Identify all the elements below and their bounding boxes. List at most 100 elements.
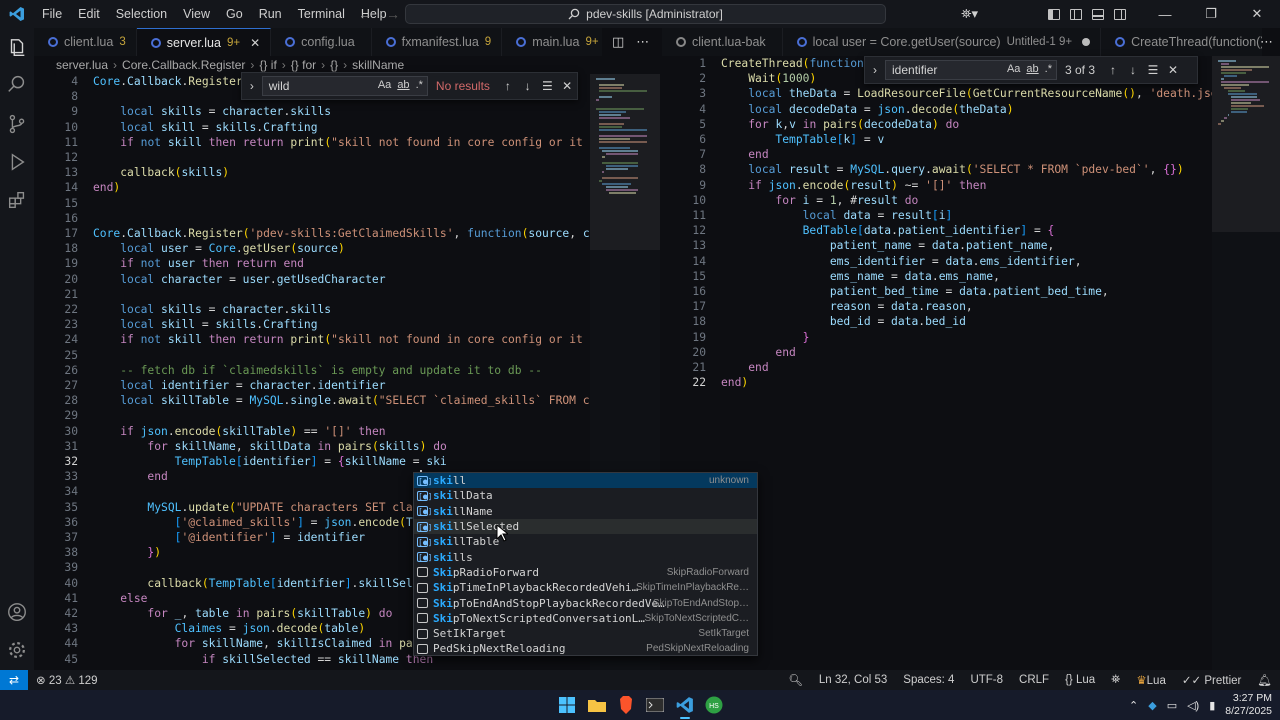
- terminal-icon[interactable]: [645, 695, 665, 715]
- code-line[interactable]: -- fetch db if `claimedskills` is empty …: [93, 363, 542, 378]
- find-in-selection-icon[interactable]: ☰: [537, 79, 557, 93]
- source-control-icon[interactable]: [0, 106, 34, 142]
- vscode-taskbar-icon[interactable]: [675, 695, 695, 715]
- code-line[interactable]: TempTable[k] = v: [721, 132, 884, 147]
- cursor-position[interactable]: Ln 32, Col 53: [811, 674, 895, 686]
- code-line[interactable]: local data = result[i]: [721, 208, 953, 223]
- code-line[interactable]: local character = user.getUsedCharacter: [93, 272, 385, 287]
- menu-view[interactable]: View: [175, 0, 218, 28]
- close-window-button[interactable]: ✕: [1234, 0, 1280, 28]
- toggle-secondary-sidebar-icon[interactable]: [1114, 8, 1126, 20]
- right-tab-2[interactable]: CreateThread(function()Untitled-2 9: [1101, 28, 1262, 56]
- search-view-icon[interactable]: [0, 66, 34, 102]
- suggestion-item[interactable]: PedSkipNextReloading PedSkipNextReloading: [414, 641, 757, 655]
- next-match-icon[interactable]: ↓: [518, 79, 538, 93]
- remote-indicator-icon[interactable]: ⇄: [0, 670, 28, 690]
- code-line[interactable]: local skills = character.skills: [93, 302, 331, 317]
- right-tab-0[interactable]: client.lua-bak: [662, 28, 783, 56]
- unsaved-dot-icon[interactable]: [1082, 38, 1091, 46]
- tray-overflow-chevron-icon[interactable]: ⌃: [1129, 699, 1138, 712]
- code-line[interactable]: end): [721, 375, 748, 390]
- code-line[interactable]: local skill = skills.Crafting: [93, 120, 317, 135]
- code-line[interactable]: if not skill then return print("skill no…: [93, 135, 590, 150]
- suggestion-item[interactable]: [●] skillName: [414, 504, 757, 519]
- code-line[interactable]: end: [93, 469, 167, 484]
- menu-terminal[interactable]: Terminal: [290, 0, 353, 28]
- forward-arrow-icon[interactable]: →: [386, 6, 400, 22]
- code-line[interactable]: for i = 1, #result do: [721, 193, 918, 208]
- toggle-replace-chevron-icon[interactable]: ›: [242, 79, 262, 93]
- zoom-icon[interactable]: 🔍︎: [780, 673, 811, 687]
- file-explorer-icon[interactable]: [587, 695, 607, 715]
- prettier-status[interactable]: ✓✓ Prettier: [1174, 673, 1250, 687]
- code-line[interactable]: Core.Callback.Register('pdev-skills:GetC…: [93, 226, 590, 241]
- code-line[interactable]: end): [93, 180, 120, 195]
- code-line[interactable]: CreateThread(function(): [721, 56, 877, 71]
- suggestion-item[interactable]: SkipRadioForward SkipRadioForward: [414, 565, 757, 580]
- menu-edit[interactable]: Edit: [70, 0, 108, 28]
- more-actions-icon[interactable]: ⋯: [636, 34, 649, 50]
- toggle-panel-icon[interactable]: [1092, 8, 1104, 20]
- code-line[interactable]: local skillTable = MySQL.single.await("S…: [93, 393, 590, 408]
- suggestion-item[interactable]: SkipTimeInPlaybackRecordedVehi… SkipTimeI…: [414, 580, 757, 595]
- minimap-slider[interactable]: [1212, 56, 1280, 232]
- right-tab-1[interactable]: local user = Core.getUser(source) Untitle…: [783, 28, 1102, 56]
- toggle-replace-chevron-icon[interactable]: ›: [865, 63, 885, 77]
- volume-icon[interactable]: ◁): [1187, 699, 1199, 712]
- accounts-icon[interactable]: [0, 594, 34, 630]
- suggestion-item[interactable]: SkipToNextScriptedConversationL… SkipToNe…: [414, 611, 757, 626]
- customize-layout-icon[interactable]: [1048, 8, 1060, 20]
- toggle-sidebar-icon[interactable]: [1070, 8, 1082, 20]
- indentation[interactable]: Spaces: 4: [895, 674, 962, 686]
- match-case-icon[interactable]: Aa: [378, 79, 391, 91]
- tab-fxmanifest-lua[interactable]: fxmanifest.lua 9: [372, 28, 503, 56]
- code-line[interactable]: else: [93, 591, 147, 606]
- line-endings[interactable]: CRLF: [1011, 674, 1057, 686]
- manage-gear-icon[interactable]: [0, 632, 34, 668]
- tab-client-lua[interactable]: client.lua 3: [34, 28, 137, 56]
- lua-status[interactable]: ♛Lua: [1128, 673, 1174, 687]
- code-line[interactable]: if json.encode(skillTable) == '[]' then: [93, 424, 385, 439]
- code-line[interactable]: bed_id = data.bed_id: [721, 314, 966, 329]
- code-line[interactable]: }: [721, 330, 810, 345]
- code-line[interactable]: callback(TempTable[identifier].skillSele…: [93, 576, 446, 591]
- tray-app-icon[interactable]: ◆: [1148, 699, 1156, 712]
- code-line[interactable]: for k,v in pairs(decodeData) do: [721, 117, 959, 132]
- tab-config-lua[interactable]: config.lua: [271, 28, 372, 56]
- find-in-selection-icon[interactable]: ☰: [1143, 63, 1163, 77]
- code-line[interactable]: reason = data.reason,: [721, 299, 973, 314]
- find-input[interactable]: identifier Aa ab .*: [885, 60, 1057, 80]
- code-line[interactable]: for skillName, skillData in pairs(skills…: [93, 439, 446, 454]
- code-line[interactable]: if json.encode(result) ~= '[]' then: [721, 178, 986, 193]
- code-line[interactable]: Wait(1000): [721, 71, 816, 86]
- menu-file[interactable]: File: [34, 0, 70, 28]
- language-mode[interactable]: {} Lua: [1057, 674, 1103, 686]
- code-line[interactable]: patient_bed_time = data.patient_bed_time…: [721, 284, 1109, 299]
- app-hs-icon[interactable]: HS: [704, 695, 724, 715]
- notifications-bell-icon[interactable]: 🔔︎: [1249, 673, 1280, 687]
- code-line[interactable]: local identifier = character.identifier: [93, 378, 385, 393]
- code-line[interactable]: for _, table in pairs(skillTable) do: [93, 606, 392, 621]
- breadcrumb-item[interactable]: {} if: [259, 58, 276, 72]
- breadcrumb-item[interactable]: Core.Callback.Register: [122, 58, 245, 72]
- tab-server-lua[interactable]: server.lua 9+ ✕: [136, 28, 272, 56]
- run-debug-icon[interactable]: [0, 144, 34, 180]
- more-actions-icon[interactable]: ⋯: [1260, 34, 1273, 50]
- tab-main-lua[interactable]: main.lua 9+: [502, 28, 602, 56]
- close-tab-icon[interactable]: ✕: [250, 36, 260, 50]
- code-line[interactable]: patient_name = data.patient_name,: [721, 238, 1055, 253]
- code-line[interactable]: BedTable[data.patient_identifier] = {: [721, 223, 1055, 238]
- code-line[interactable]: }): [93, 545, 161, 560]
- copilot-status-icon[interactable]: ⛯: [1103, 674, 1128, 687]
- code-line[interactable]: MySQL.update("UPDATE characters SET clai…: [93, 500, 446, 515]
- code-line[interactable]: if not skill then return print("skill no…: [93, 332, 590, 347]
- code-line[interactable]: if not user then return end: [93, 256, 304, 271]
- match-whole-word-icon[interactable]: ab: [1026, 63, 1038, 75]
- code-line[interactable]: Core.Callback.Register(': [93, 74, 256, 89]
- suggestion-item[interactable]: [●] skillData: [414, 488, 757, 503]
- back-arrow-icon[interactable]: ←: [358, 6, 372, 22]
- code-line[interactable]: local skills = character.skills: [93, 104, 331, 119]
- regex-icon[interactable]: .*: [1045, 63, 1052, 75]
- code-line[interactable]: ems_identifier = data.ems_identifier,: [721, 254, 1082, 269]
- restore-button[interactable]: ❐: [1188, 0, 1234, 28]
